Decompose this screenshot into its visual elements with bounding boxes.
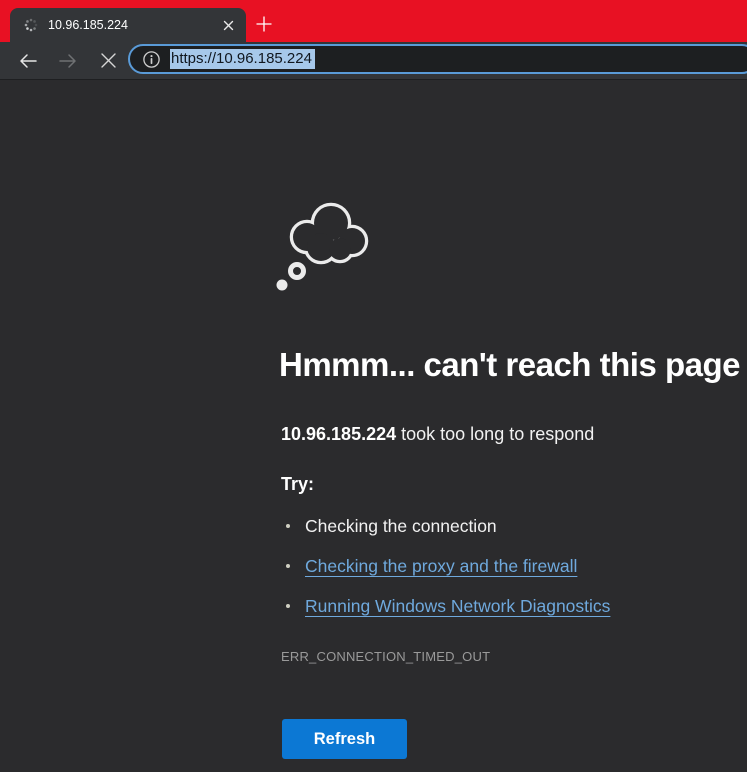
error-code: ERR_CONNECTION_TIMED_OUT — [281, 649, 490, 664]
browser-tab[interactable]: 10.96.185.224 — [10, 8, 246, 42]
stop-button[interactable] — [88, 46, 128, 76]
list-item: Checking the connection — [281, 506, 610, 546]
suggestion-list: Checking the connection Checking the pro… — [281, 506, 610, 626]
thought-cloud-icon — [274, 197, 370, 293]
forward-button[interactable] — [48, 46, 88, 76]
refresh-button[interactable]: Refresh — [282, 719, 407, 759]
error-page-title: Hmmm... can't reach this page — [279, 346, 740, 384]
back-button[interactable] — [8, 46, 48, 76]
list-item: Checking the proxy and the firewall — [281, 546, 610, 586]
error-host: 10.96.185.224 — [281, 424, 396, 444]
suggestion-text: Checking the connection — [305, 516, 497, 536]
url-input[interactable]: https://10.96.185.224 — [170, 49, 315, 69]
error-page: Hmmm... can't reach this page 10.96.185.… — [0, 80, 747, 772]
browser-toolbar: https://10.96.185.224 — [0, 42, 747, 80]
tab-close-icon[interactable] — [218, 15, 238, 35]
new-tab-button[interactable] — [250, 10, 278, 38]
try-label: Try: — [281, 474, 314, 495]
list-item: Running Windows Network Diagnostics — [281, 586, 610, 626]
address-bar[interactable]: https://10.96.185.224 — [128, 44, 747, 74]
titlebar: 10.96.185.224 — [0, 0, 747, 42]
tab-title: 10.96.185.224 — [48, 18, 218, 32]
site-info-icon[interactable] — [139, 47, 163, 71]
loading-spinner-icon — [23, 17, 39, 33]
error-subtitle: 10.96.185.224 took too long to respond — [281, 424, 594, 445]
proxy-firewall-link[interactable]: Checking the proxy and the firewall — [305, 556, 577, 576]
network-diagnostics-link[interactable]: Running Windows Network Diagnostics — [305, 596, 610, 616]
